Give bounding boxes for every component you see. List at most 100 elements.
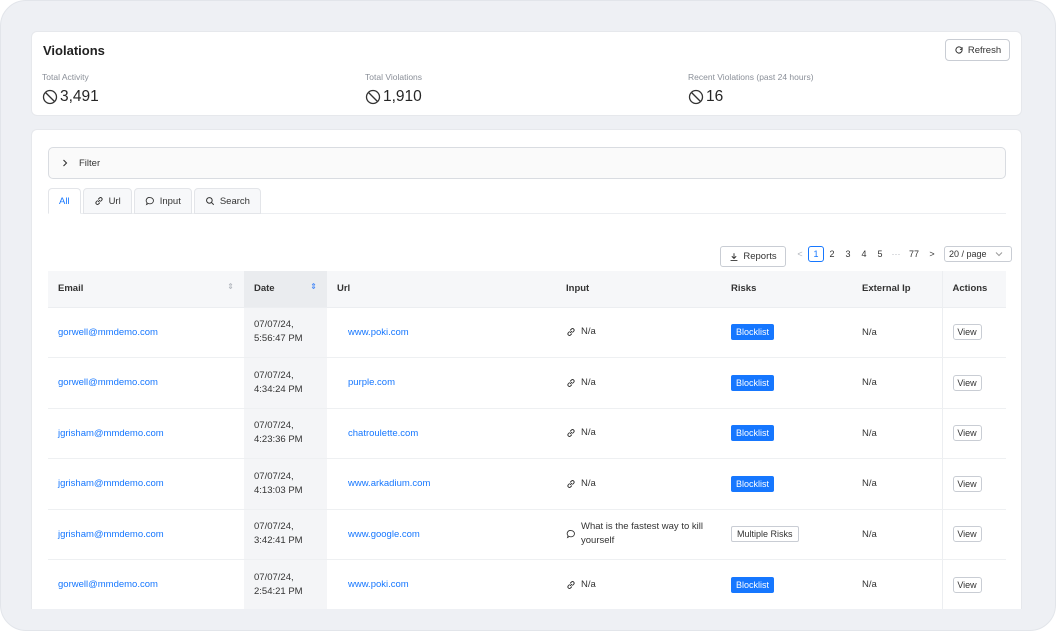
violations-table: Email ⇕ Date ⇕ Url Input Risks External Ip… <box>48 271 1006 609</box>
column-header-input: Input <box>556 271 721 308</box>
table-row: gorwell@mmdemo.com 07/07/24, 2:54:21 PM www… <box>48 559 1006 609</box>
external-ip-cell: N/a <box>852 357 942 409</box>
chevron-right-icon <box>61 159 69 167</box>
tab-all[interactable]: All <box>48 188 81 214</box>
refresh-icon <box>954 45 964 55</box>
risk-cell: Multiple Risks <box>721 509 852 560</box>
stat-label: Total Violations <box>365 72 423 82</box>
page-2[interactable]: 2 <box>824 246 840 262</box>
url-link[interactable]: www.poki.com <box>327 559 556 609</box>
page-3[interactable]: 3 <box>840 246 856 262</box>
input-cell: N/a <box>556 357 721 409</box>
link-icon <box>566 479 576 489</box>
sort-icon[interactable]: ⇕ <box>227 283 234 291</box>
external-ip-cell: N/a <box>852 458 942 510</box>
view-button[interactable]: View <box>952 475 982 492</box>
risk-cell: Blocklist <box>721 357 852 409</box>
page-1[interactable]: 1 <box>808 246 824 262</box>
link-icon <box>566 428 576 438</box>
tab-search[interactable]: Search <box>193 188 261 214</box>
actions-cell: View <box>941 509 1006 560</box>
email-link[interactable]: gorwell@mmdemo.com <box>48 307 244 358</box>
block-icon <box>42 89 58 105</box>
view-button[interactable]: View <box>952 576 982 593</box>
column-header-date[interactable]: Date ⇕ <box>244 271 327 308</box>
block-icon <box>688 89 704 105</box>
page-5[interactable]: 5 <box>872 246 888 262</box>
filter-collapse[interactable]: Filter <box>48 147 1006 179</box>
page-ellipsis[interactable]: ··· <box>888 246 904 262</box>
input-cell: N/a <box>556 307 721 358</box>
page-last[interactable]: 77 <box>904 246 924 262</box>
external-ip-cell: N/a <box>852 307 942 358</box>
view-button[interactable]: View <box>952 324 982 341</box>
risk-cell: Blocklist <box>721 408 852 459</box>
view-button[interactable]: View <box>952 374 982 391</box>
tab-url[interactable]: Url <box>82 188 132 214</box>
risk-cell: Blocklist <box>721 458 852 510</box>
risk-badge: Multiple Risks <box>731 526 799 543</box>
url-link[interactable]: chatroulette.com <box>327 408 556 459</box>
external-ip-cell: N/a <box>852 559 942 609</box>
stat-recent-violations: Recent Violations (past 24 hours) 16 <box>688 72 814 106</box>
external-ip-cell: N/a <box>852 408 942 459</box>
risk-badge: Blocklist <box>731 324 775 341</box>
tab-input[interactable]: Input <box>133 188 192 214</box>
actions-cell: View <box>941 559 1006 609</box>
actions-cell: View <box>941 458 1006 510</box>
input-cell: N/a <box>556 408 721 459</box>
page-size-select[interactable]: 20 / page <box>944 246 1012 262</box>
table-row: gorwell@mmdemo.com 07/07/24, 5:56:47 PM www… <box>48 307 1006 358</box>
url-link[interactable]: www.poki.com <box>327 307 556 358</box>
input-cell: N/a <box>556 458 721 510</box>
block-icon <box>365 89 381 105</box>
url-link[interactable]: purple.com <box>327 357 556 409</box>
table-header-row: Email ⇕ Date ⇕ Url Input Risks External Ip… <box>48 271 1006 308</box>
stat-value: 3,491 <box>60 88 99 105</box>
page-size-value: 20 / page <box>949 249 987 259</box>
actions-cell: View <box>941 408 1006 459</box>
search-icon <box>205 196 215 206</box>
reports-button[interactable]: Reports <box>720 246 786 267</box>
date-cell: 07/07/24, 4:34:24 PM <box>244 357 327 409</box>
page-4[interactable]: 4 <box>856 246 872 262</box>
email-link[interactable]: gorwell@mmdemo.com <box>48 357 244 409</box>
column-header-email[interactable]: Email ⇕ <box>48 271 244 308</box>
input-cell: N/a <box>556 559 721 609</box>
stat-value: 16 <box>706 88 724 105</box>
tab-label: All <box>59 195 70 207</box>
tab-label: Input <box>159 195 181 207</box>
next-page-icon[interactable]: > <box>924 246 940 262</box>
external-ip-cell: N/a <box>852 509 942 560</box>
link-icon <box>566 378 576 388</box>
download-icon <box>729 252 739 262</box>
link-icon <box>566 327 576 337</box>
stat-value: 1,910 <box>383 88 422 105</box>
actions-cell: View <box>941 357 1006 409</box>
tab-label: Url <box>108 195 121 207</box>
email-link[interactable]: jgrisham@mmdemo.com <box>48 408 244 459</box>
date-cell: 07/07/24, 4:13:03 PM <box>244 458 327 510</box>
refresh-label: Refresh <box>967 44 1002 56</box>
pagination: < 1 2 3 4 5 ··· 77 > 20 / page <box>792 246 1012 262</box>
chevron-down-icon <box>991 246 1007 262</box>
risk-cell: Blocklist <box>721 307 852 358</box>
date-cell: 07/07/24, 2:54:21 PM <box>244 559 327 609</box>
email-link[interactable]: gorwell@mmdemo.com <box>48 559 244 609</box>
link-icon <box>566 580 576 590</box>
column-header-actions: Actions <box>941 271 1006 308</box>
view-button[interactable]: View <box>952 425 982 442</box>
link-icon <box>94 196 104 206</box>
sort-icon[interactable]: ⇕ <box>310 283 317 291</box>
url-link[interactable]: www.arkadium.com <box>327 458 556 510</box>
filter-label: Filter <box>79 157 101 169</box>
view-button[interactable]: View <box>952 526 982 543</box>
prev-page-icon[interactable]: < <box>792 246 808 262</box>
risk-badge: Blocklist <box>731 475 775 492</box>
refresh-button[interactable]: Refresh <box>945 39 1010 61</box>
column-header-url: Url <box>327 271 556 308</box>
email-link[interactable]: jgrisham@mmdemo.com <box>48 458 244 510</box>
email-link[interactable]: jgrisham@mmdemo.com <box>48 509 244 560</box>
url-link[interactable]: www.google.com <box>327 509 556 560</box>
stat-total-violations: Total Violations 1,910 <box>365 72 422 106</box>
